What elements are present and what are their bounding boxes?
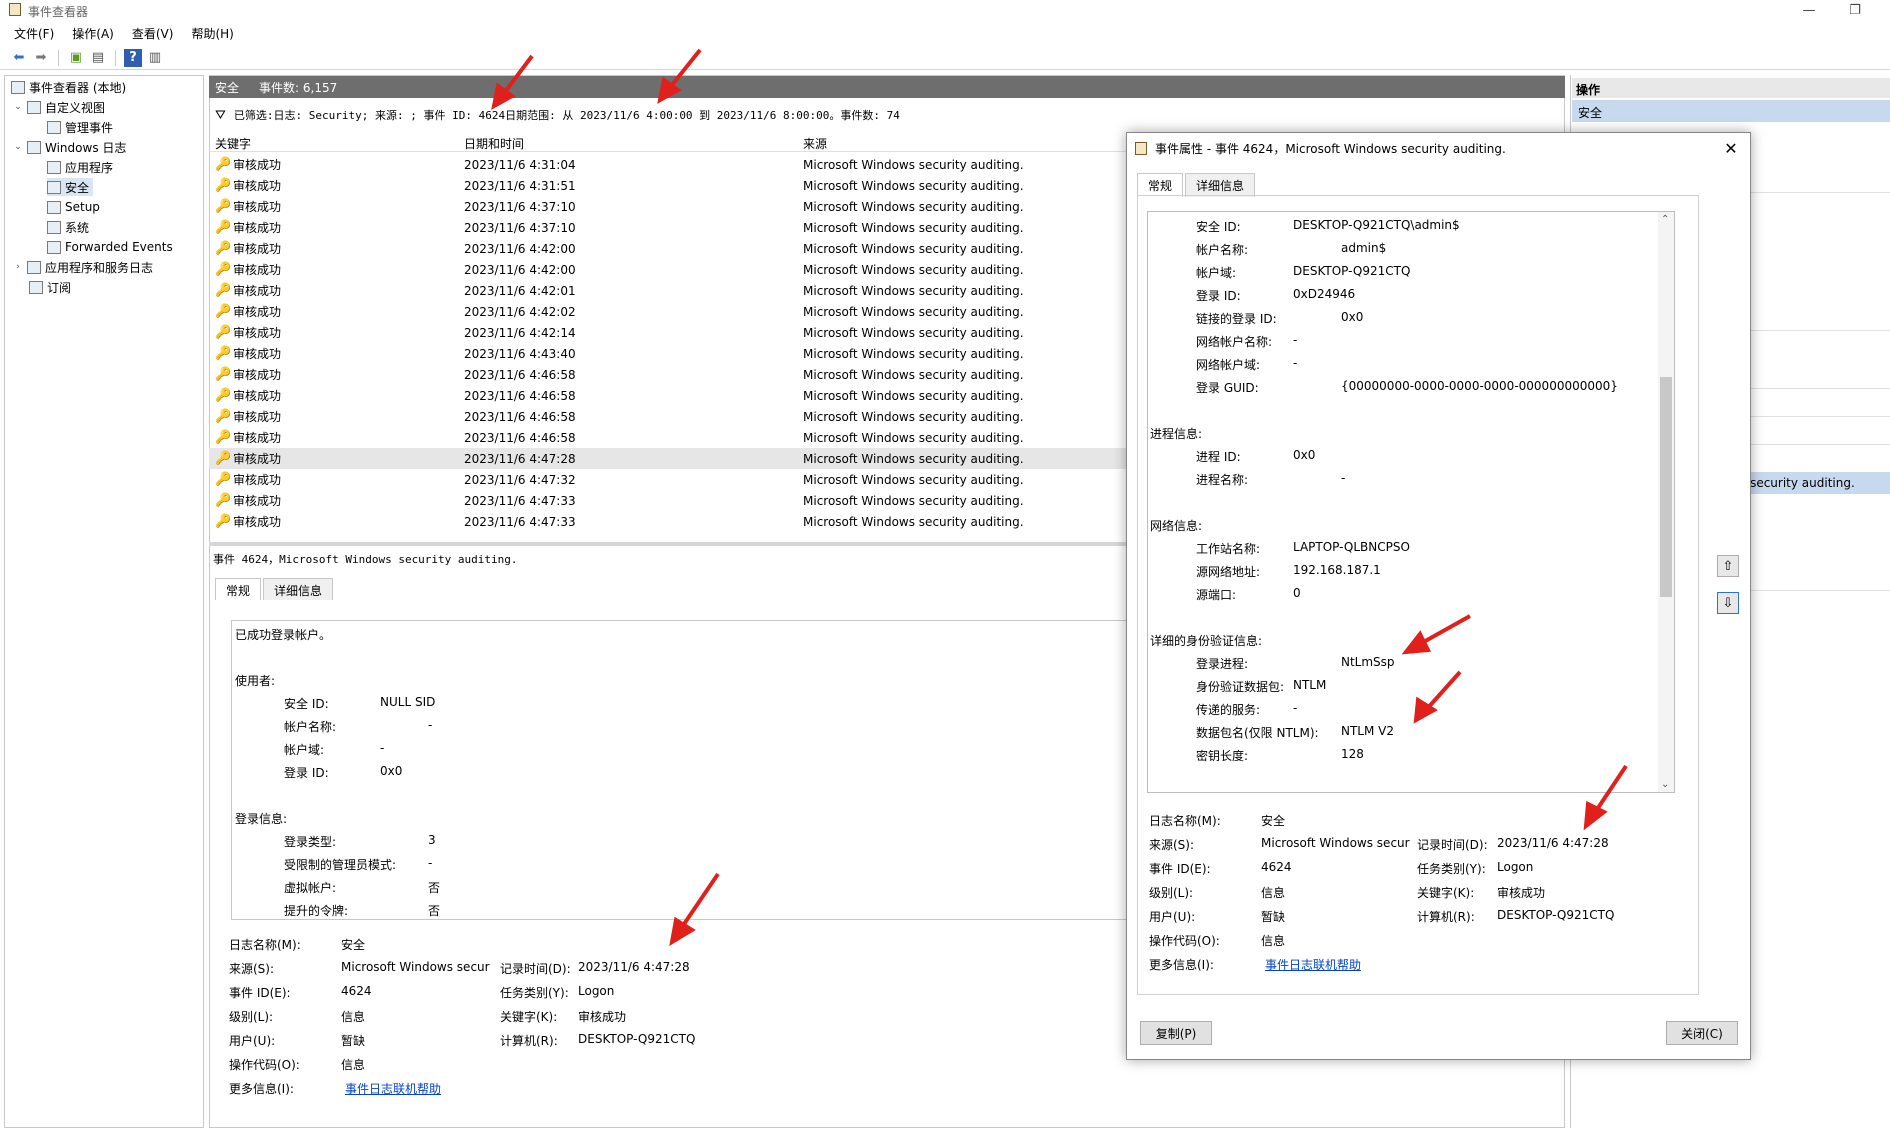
red-arrow-icon: [491, 48, 1628, 946]
annotation-arrows: [491, 48, 1628, 946]
